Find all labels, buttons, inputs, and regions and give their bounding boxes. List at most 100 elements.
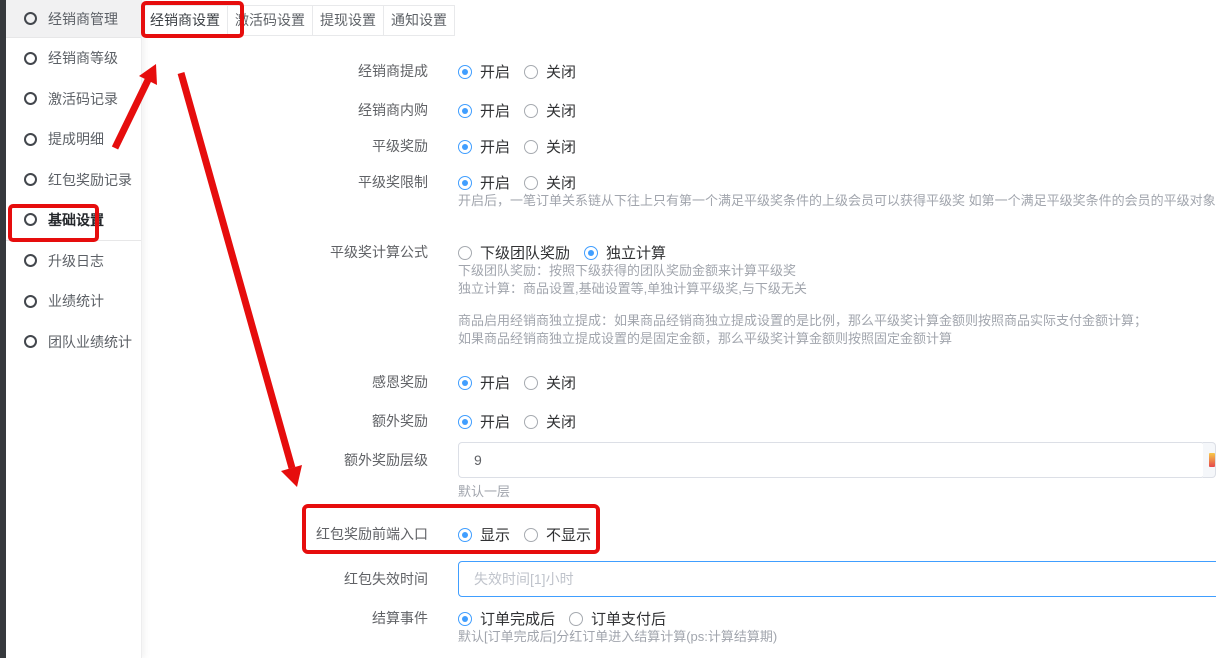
radio-checked-icon[interactable] [458, 140, 472, 154]
radio-option-不显示[interactable]: 不显示 [524, 524, 591, 545]
radio-unchecked-icon[interactable] [524, 140, 538, 154]
radio-option-关闭[interactable]: 关闭 [524, 411, 576, 432]
radio-option-显示[interactable]: 显示 [458, 524, 510, 545]
form-control: 开启 关闭 [458, 101, 1216, 120]
circle-icon [24, 12, 37, 25]
radio-option-label: 关闭 [546, 411, 576, 432]
radio-option-独立计算[interactable]: 独立计算 [584, 242, 666, 263]
form-row-4: 平级奖计算公式下级团队奖励 独立计算下级团队奖励：按照下级获得的团队奖励金额来计算… [142, 243, 1216, 348]
sidebar-item-1[interactable]: 经销商等级 [6, 38, 141, 79]
radio-option-label: 显示 [480, 524, 510, 545]
radio-checked-icon[interactable] [458, 376, 472, 390]
help-text: 默认一层 [458, 483, 1216, 501]
form-control: 默认一层 [458, 442, 1216, 501]
radio-checked-icon[interactable] [458, 528, 472, 542]
form-control: 开启关闭 [458, 137, 1216, 156]
sidebar-item-5[interactable]: 基础设置 [6, 200, 141, 241]
input-红包失效时间[interactable] [458, 561, 1216, 597]
tab-0[interactable]: 经销商设置 [142, 5, 228, 36]
radio-option-关闭[interactable]: 关闭 [524, 100, 576, 121]
form-label: 额外奖励 [142, 412, 458, 431]
sidebar-item-3[interactable]: 提成明细 [6, 119, 141, 160]
radio-unchecked-icon[interactable] [569, 612, 583, 626]
radio-unchecked-icon[interactable] [524, 415, 538, 429]
radio-option-label: 关闭 [546, 100, 576, 121]
sidebar-item-0[interactable]: 经销商管理 [6, 0, 141, 38]
radio-option-label: 不显示 [546, 524, 591, 545]
form-row-2: 平级奖励开启关闭 [142, 137, 1216, 156]
radio-unchecked-icon[interactable] [458, 246, 472, 260]
form-label: 红包失效时间 [142, 561, 458, 597]
input-append-box[interactable] [1203, 442, 1216, 478]
radio-option-label: 开启 [480, 61, 510, 82]
form-control: 下级团队奖励 独立计算下级团队奖励：按照下级获得的团队奖励金额来计算平级奖独立计算… [458, 243, 1216, 348]
form-label: 红包奖励前端入口 [142, 525, 458, 544]
help-text: 下级团队奖励：按照下级获得的团队奖励金额来计算平级奖 [458, 262, 1216, 280]
radio-option-开启[interactable]: 开启 [458, 136, 510, 157]
radio-checked-icon[interactable] [458, 612, 472, 626]
form-row-0: 经销商提成开启关闭 [142, 62, 1216, 81]
sidebar-item-label: 激活码记录 [48, 89, 118, 109]
tab-bar: 经销商设置激活码设置提现设置通知设置 [142, 0, 1216, 38]
tab-3[interactable]: 通知设置 [383, 5, 455, 36]
radio-checked-icon[interactable] [458, 65, 472, 79]
sidebar-item-label: 团队业绩统计 [48, 332, 132, 352]
sidebar-item-label: 业绩统计 [48, 291, 104, 311]
radio-option-关闭[interactable]: 关闭 [524, 61, 576, 82]
input-额外奖励层级[interactable] [458, 442, 1205, 478]
radio-option-下级团队奖励[interactable]: 下级团队奖励 [458, 242, 570, 263]
help-text: 默认[订单完成后]分红订单进入结算计算(ps:计算结算期) [458, 628, 1216, 646]
form-label: 经销商内购 [142, 101, 458, 120]
radio-option-label: 开启 [480, 136, 510, 157]
radio-checked-icon[interactable] [458, 415, 472, 429]
radio-option-关闭[interactable]: 关闭 [524, 136, 576, 157]
settings-form: 经销商提成开启关闭经销商内购开启关闭平级奖励开启关闭平级奖限制开启关闭开启后，一… [142, 38, 1216, 646]
sidebar-item-6[interactable]: 升级日志 [6, 241, 141, 282]
sidebar-item-8[interactable]: 团队业绩统计 [6, 322, 141, 363]
radio-option-开启[interactable]: 开启 [458, 61, 510, 82]
radio-option-开启[interactable]: 开启 [458, 172, 510, 193]
sidebar-item-2[interactable]: 激活码记录 [6, 79, 141, 120]
sidebar-item-7[interactable]: 业绩统计 [6, 281, 141, 322]
radio-unchecked-icon[interactable] [524, 104, 538, 118]
form-control: 开启 关闭 [458, 412, 1216, 431]
radio-option-label: 开启 [480, 100, 510, 121]
radio-unchecked-icon[interactable] [524, 176, 538, 190]
tab-1[interactable]: 激活码设置 [227, 5, 313, 36]
radio-option-关闭[interactable]: 关闭 [524, 372, 576, 393]
radio-unchecked-icon[interactable] [524, 528, 538, 542]
radio-unchecked-icon[interactable] [524, 376, 538, 390]
radio-option-label: 独立计算 [606, 242, 666, 263]
help-text: 如果商品经销商独立提成设置的是固定金额，那么平级奖计算金额则按照固定金额计算 [458, 330, 1216, 348]
form-control: 开启关闭 [458, 373, 1216, 392]
circle-icon [24, 52, 37, 65]
radio-option-label: 开启 [480, 172, 510, 193]
form-label: 感恩奖励 [142, 373, 458, 392]
radio-option-label: 关闭 [546, 61, 576, 82]
help-text: 商品启用经销商独立提成：如果商品经销商独立提成设置的是比例，那么平级奖计算金额则… [458, 312, 1216, 330]
radio-checked-icon[interactable] [458, 104, 472, 118]
radio-option-开启[interactable]: 开启 [458, 100, 510, 121]
radio-checked-icon[interactable] [584, 246, 598, 260]
form-row-3: 平级奖限制开启关闭开启后，一笔订单关系链从下往上只有第一个满足平级奖条件的上级会… [142, 173, 1216, 210]
help-text: 独立计算：商品设置,基础设置等,单独计算平级奖,与下级无关 [458, 280, 1216, 298]
sidebar: 经销商管理经销商等级激活码记录提成明细红包奖励记录基础设置升级日志业绩统计团队业… [6, 0, 142, 658]
radio-unchecked-icon[interactable] [524, 65, 538, 79]
radio-option-关闭[interactable]: 关闭 [524, 172, 576, 193]
circle-icon [24, 173, 37, 186]
radio-option-label: 订单完成后 [480, 608, 555, 629]
radio-option-订单支付后[interactable]: 订单支付后 [569, 608, 666, 629]
tab-2[interactable]: 提现设置 [312, 5, 384, 36]
sidebar-menu: 经销商管理经销商等级激活码记录提成明细红包奖励记录基础设置升级日志业绩统计团队业… [6, 0, 141, 362]
sidebar-item-4[interactable]: 红包奖励记录 [6, 160, 141, 201]
form-label: 平级奖励 [142, 137, 458, 156]
radio-checked-icon[interactable] [458, 176, 472, 190]
collapsed-nav-rail [0, 0, 6, 658]
form-row-6: 额外奖励开启 关闭 [142, 412, 1216, 431]
radio-option-开启[interactable]: 开启 [458, 372, 510, 393]
form-control: 订单完成后订单支付后默认[订单完成后]分红订单进入结算计算(ps:计算结算期) [458, 609, 1216, 646]
form-label: 平级奖计算公式 [142, 243, 458, 348]
radio-option-开启[interactable]: 开启 [458, 411, 510, 432]
radio-option-订单完成后[interactable]: 订单完成后 [458, 608, 555, 629]
form-row-7: 额外奖励层级默认一层 [142, 442, 1216, 501]
